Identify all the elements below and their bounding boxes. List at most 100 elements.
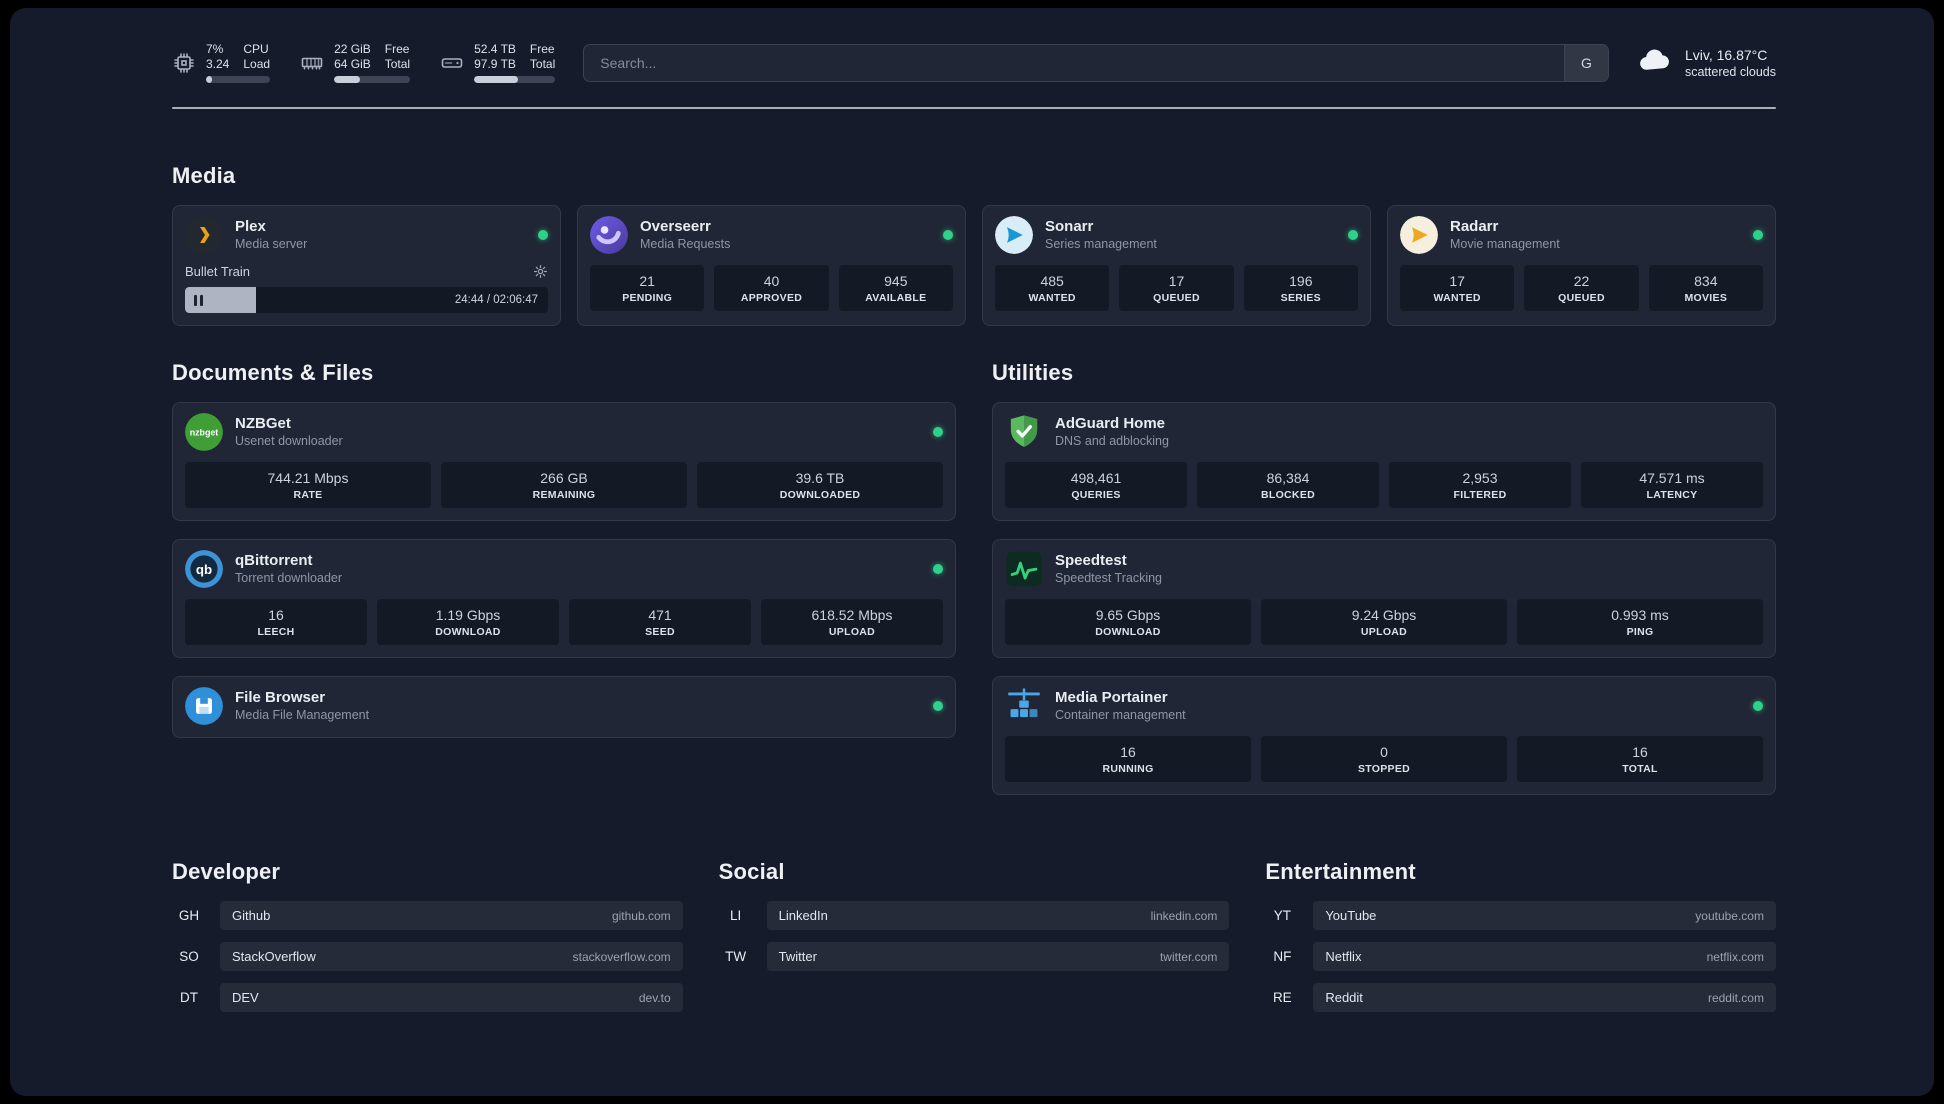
service-subtitle: DNS and adblocking: [1055, 434, 1169, 448]
desktop: { "topbar": { "cpu": { "rows": [ {"value…: [0, 0, 1944, 1104]
bookmark-row[interactable]: TW Twitter twitter.com: [719, 942, 1230, 971]
bookmark-name: StackOverflow: [232, 949, 316, 964]
search-bar: G: [583, 43, 1609, 82]
bookmark-pill[interactable]: LinkedIn linkedin.com: [766, 901, 1230, 930]
service-card-qbittorrent[interactable]: qb qBittorrent Torrent downloader 16 LEEC…: [172, 539, 956, 658]
service-titles: AdGuard Home DNS and adblocking: [1055, 415, 1169, 449]
bookmark-pill[interactable]: StackOverflow stackoverflow.com: [220, 942, 683, 971]
stat-label: DOWNLOAD: [435, 626, 501, 638]
stat-label: APPROVED: [740, 292, 803, 304]
section-title-developer: Developer: [172, 859, 281, 884]
stat-tile: 47.571 ms LATENCY: [1581, 462, 1763, 508]
bookmark-pill[interactable]: DEV dev.to: [220, 983, 683, 1012]
service-titles: Sonarr Series management: [1045, 218, 1157, 252]
stat-tile: 945 AVAILABLE: [838, 265, 953, 311]
stat-label: DOWNLOADED: [779, 489, 861, 501]
stat-label: LEECH: [257, 626, 295, 638]
search-input[interactable]: [584, 44, 1564, 81]
bookmark-abbr: NF: [1273, 949, 1292, 964]
overseerr-icon: [590, 216, 628, 254]
settings-gear-icon[interactable]: [533, 264, 548, 279]
stat-value: 485: [1040, 273, 1064, 289]
stat-tile: 471 SEED: [569, 599, 751, 645]
weather-text: Lviv, 16.87°C scattered clouds: [1685, 46, 1776, 80]
search-provider-button[interactable]: G: [1563, 44, 1608, 81]
service-card-sonarr[interactable]: Sonarr Series management 485 WANTED 17 QUEU…: [982, 205, 1371, 326]
stat-value: 0: [1380, 744, 1388, 760]
stat-tile: 2,953 FILTERED: [1389, 462, 1571, 508]
stat-tile: 0 STOPPED: [1261, 736, 1507, 782]
service-subtitle: Speedtest Tracking: [1055, 571, 1163, 585]
service-card-overseerr[interactable]: Overseerr Media Requests 21 PENDING 40 APPR…: [577, 205, 966, 326]
dashboard: 7% CPU 3.24 Load 22 GiB Free 64 GiB Tota…: [10, 8, 1934, 1096]
service-titles: Speedtest Speedtest Tracking: [1055, 552, 1162, 586]
memory-usage-fill: [334, 76, 360, 83]
service-card-portainer[interactable]: Media Portainer Container management 16 R…: [992, 676, 1776, 795]
stat-label: FILTERED: [1453, 489, 1507, 501]
service-subtitle: Media server: [235, 237, 308, 251]
stat-label: LATENCY: [1646, 489, 1698, 501]
service-card-filebrowser[interactable]: File Browser Media File Management: [172, 676, 956, 738]
service-name: File Browser: [235, 689, 326, 706]
stat-value: 16: [1120, 744, 1136, 760]
cpu-percent-value: 7%: [206, 42, 224, 56]
stat-value: 744.21 Mbps: [267, 470, 349, 486]
bookmark-pill[interactable]: Twitter twitter.com: [766, 942, 1230, 971]
disk-free-label: Free: [529, 42, 555, 56]
bookmark-domain: netflix.com: [1706, 949, 1764, 964]
bookmark-row[interactable]: LI LinkedIn linkedin.com: [719, 901, 1230, 930]
service-card-nzbget[interactable]: nzbget NZBGet Usenet downloader 744.21 M…: [172, 402, 956, 521]
stat-value: 9.24 Gbps: [1351, 607, 1417, 623]
service-titles: Media Portainer Container management: [1055, 689, 1186, 723]
pause-icon[interactable]: [194, 294, 203, 306]
service-card-plex[interactable]: Plex Media server Bullet Train 24:44 / 0…: [172, 205, 561, 326]
service-card-adguard[interactable]: AdGuard Home DNS and adblocking 498,461 Q…: [992, 402, 1776, 521]
service-card-radarr[interactable]: Radarr Movie management 17 WANTED 22 QUEUED…: [1387, 205, 1776, 326]
bookmark-row[interactable]: SO StackOverflow stackoverflow.com: [172, 942, 683, 971]
stat-value: 2,953: [1462, 470, 1498, 486]
stat-tile: 40 APPROVED: [714, 265, 829, 311]
memory-widget: 22 GiB Free 64 GiB Total: [300, 42, 411, 83]
memory-ram-icon: [300, 51, 324, 75]
stat-tile: 1.19 Gbps DOWNLOAD: [377, 599, 559, 645]
service-header: qb qBittorrent Torrent downloader: [185, 550, 943, 588]
service-header: Overseerr Media Requests: [590, 216, 953, 254]
service-header: Media Portainer Container management: [1005, 687, 1763, 725]
memory-total-value: 64 GiB: [334, 57, 371, 71]
stat-label: WANTED: [1028, 292, 1076, 304]
stat-value: 1.19 Gbps: [435, 607, 501, 623]
bookmark-row[interactable]: GH Github github.com: [172, 901, 683, 930]
media-grid: Plex Media server Bullet Train 24:44 / 0…: [172, 205, 1776, 326]
bookmark-abbr: TW: [725, 949, 747, 964]
stat-value: 21: [639, 273, 655, 289]
playback-progress-bar[interactable]: 24:44 / 02:06:47: [185, 287, 548, 313]
resource-widgets: 7% CPU 3.24 Load 22 GiB Free 64 GiB Tota…: [172, 42, 556, 83]
bookmark-pill[interactable]: Reddit reddit.com: [1313, 983, 1776, 1012]
stat-value: 86,384: [1266, 470, 1310, 486]
stat-tile: 485 WANTED: [995, 265, 1110, 311]
bookmark-row[interactable]: NF Netflix netflix.com: [1265, 942, 1776, 971]
bookmark-abbr: DT: [180, 990, 198, 1005]
service-card-speedtest[interactable]: Speedtest Speedtest Tracking 9.65 Gbps DO…: [992, 539, 1776, 658]
bookmark-group-developer: Developer GH Github github.com SO StackOverf…: [172, 859, 683, 1012]
bookmark-pill[interactable]: YouTube youtube.com: [1313, 901, 1776, 930]
status-online-dot: [1348, 230, 1358, 240]
memory-usage-bar: [334, 76, 411, 83]
bookmark-list: YT YouTube youtube.com NF Netflix netflix.com…: [1265, 901, 1776, 1012]
disk-free-value: 52.4 TB: [474, 42, 516, 56]
bookmark-pill[interactable]: Github github.com: [220, 901, 683, 930]
disk-widget: 52.4 TB Free 97.9 TB Total: [440, 42, 556, 83]
bookmark-abbr: RE: [1272, 990, 1292, 1005]
service-titles: NZBGet Usenet downloader: [235, 415, 343, 449]
service-subtitle: Series management: [1045, 237, 1157, 251]
bookmark-pill[interactable]: Netflix netflix.com: [1313, 942, 1776, 971]
portainer-crane-icon: [1005, 687, 1043, 725]
stat-value: 16: [268, 607, 284, 623]
stat-label: REMAINING: [532, 489, 596, 501]
bookmark-row[interactable]: RE Reddit reddit.com: [1265, 983, 1776, 1012]
bookmark-row[interactable]: YT YouTube youtube.com: [1265, 901, 1776, 930]
bookmark-row[interactable]: DT DEV dev.to: [172, 983, 683, 1012]
cloud-icon: [1637, 42, 1673, 83]
service-stats: 485 WANTED 17 QUEUED 196 SERIES: [995, 265, 1358, 311]
stat-label: PING: [1626, 626, 1654, 638]
